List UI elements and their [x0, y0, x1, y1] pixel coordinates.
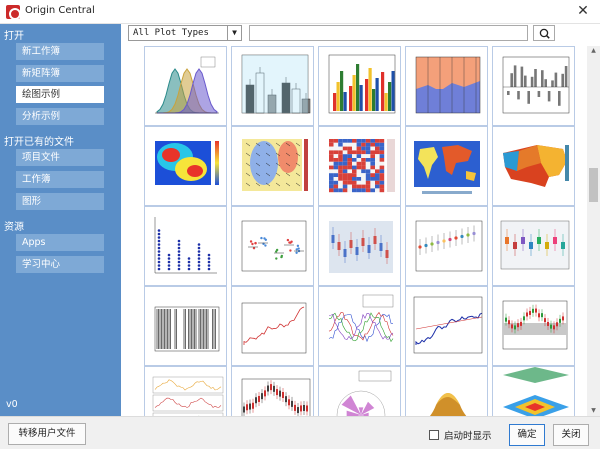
thumbnail-box-columns[interactable]: [318, 206, 401, 286]
mesh-3d-preview-icon: [503, 367, 569, 416]
vertical-scrollbar[interactable]: ▲ ▼: [587, 46, 600, 416]
sidebar-item-plot-examples[interactable]: 绘图示例: [16, 86, 104, 103]
thumbnail-line-noisy[interactable]: [231, 286, 314, 366]
plot-type-select[interactable]: All Plot Types ▼: [128, 25, 242, 41]
thumbnail-scatter-colored[interactable]: [405, 206, 488, 286]
heatmap-contour-preview-icon: [155, 141, 219, 185]
title-bar: Origin Central ✕: [0, 0, 600, 24]
sidebar-item-analysis-examples[interactable]: 分析示例: [16, 108, 104, 125]
sidebar-item-graph[interactable]: 图形: [16, 193, 104, 210]
thumbnail-us-map[interactable]: [492, 126, 575, 206]
startup-checkbox[interactable]: [429, 430, 439, 440]
scroll-down-icon[interactable]: ▼: [587, 406, 600, 416]
polar-rose-preview-icon: [336, 370, 392, 416]
grouped-bar-preview-icon: [328, 54, 396, 114]
sidebar-item-new-matrix[interactable]: 新矩阵簿: [16, 65, 104, 82]
ok-button[interactable]: 确定: [509, 424, 545, 446]
origin-logo-icon: [6, 5, 21, 20]
world-map-preview-icon: [414, 141, 480, 194]
toolbar: All Plot Types ▼: [121, 24, 600, 46]
thumbnail-surface-3d[interactable]: [405, 366, 488, 416]
heatmap-bluered-preview-icon: [329, 139, 395, 193]
multi-line-preview-icon: [328, 294, 394, 343]
section-header-resources: 资源: [4, 222, 24, 233]
surface-3d-preview-icon: [429, 393, 467, 416]
magnifier-icon: [539, 28, 550, 39]
close-button[interactable]: 关闭: [553, 424, 589, 446]
thumbnail-density[interactable]: [144, 46, 227, 126]
column-gray-preview-icon: [502, 56, 570, 114]
bar-code-preview-icon: [154, 306, 220, 352]
thumbnail-column-gray[interactable]: [492, 46, 575, 126]
thumbnail-heatmap-bluered[interactable]: [318, 126, 401, 206]
thumbnail-scatter-groups[interactable]: [231, 206, 314, 286]
dot-columns-preview-icon: [154, 217, 217, 274]
plot-gallery: [121, 46, 587, 416]
candlestick-preview-icon: [241, 378, 311, 416]
search-input[interactable]: [249, 25, 528, 41]
thumbnail-world-map[interactable]: [405, 126, 488, 206]
startup-checkbox-label: 启动时显示: [444, 431, 492, 442]
sidebar-item-apps[interactable]: Apps: [16, 234, 104, 251]
sidebar: 打开 新工作簿 新矩阵簿 绘图示例 分析示例 打开已有的文件 项目文件 工作簿 …: [0, 24, 121, 416]
plot-type-selected-value: All Plot Types: [133, 28, 209, 38]
line-noisy-preview-icon: [241, 302, 307, 354]
scatter-colored-preview-icon: [415, 220, 483, 272]
thumbnail-polar-rose[interactable]: [318, 366, 401, 416]
thumbnail-candlestick[interactable]: [231, 366, 314, 416]
section-header-open: 打开: [4, 31, 24, 42]
sidebar-item-workbook[interactable]: 工作簿: [16, 171, 104, 188]
transfer-user-files-button[interactable]: 转移用户文件: [8, 423, 86, 445]
thumbnail-grouped-bar[interactable]: [318, 46, 401, 126]
window-title: Origin Central: [25, 5, 95, 16]
sidebar-item-new-workbook[interactable]: 新工作簿: [16, 43, 104, 60]
multi-panel-preview-icon: [152, 376, 224, 416]
box-columns-preview-icon: [329, 221, 393, 273]
thumbnail-bar-error[interactable]: [231, 46, 314, 126]
thumbnail-stock-line[interactable]: [405, 286, 488, 366]
sidebar-item-project-files[interactable]: 项目文件: [16, 149, 104, 166]
thumbnail-multi-panel[interactable]: [144, 366, 227, 416]
thumbnail-vector-field[interactable]: [231, 126, 314, 206]
scroll-up-icon[interactable]: ▲: [587, 46, 600, 56]
scrollbar-thumb[interactable]: [589, 168, 598, 202]
close-icon[interactable]: ✕: [566, 0, 600, 23]
section-header-open-existing: 打开已有的文件: [4, 137, 74, 148]
sidebar-item-learning-center[interactable]: 学习中心: [16, 256, 104, 273]
thumbnail-bar-code[interactable]: [144, 286, 227, 366]
thumbnail-stacked-area[interactable]: [405, 46, 488, 126]
thumbnail-mesh-3d[interactable]: [492, 366, 575, 416]
chevron-down-icon[interactable]: ▼: [227, 26, 241, 40]
vector-field-preview-icon: [242, 139, 308, 191]
bar-error-preview-icon: [241, 54, 311, 114]
scatter-groups-preview-icon: [241, 220, 307, 272]
stock-line-preview-icon: [413, 296, 483, 354]
footer: 转移用户文件 启动时显示 确定 关闭: [0, 416, 600, 449]
thumbnail-candlestick-bands[interactable]: [492, 286, 575, 366]
thumbnail-heatmap-contour[interactable]: [144, 126, 227, 206]
thumbnail-box-colored[interactable]: [492, 206, 575, 286]
box-colored-preview-icon: [500, 220, 570, 270]
thumbnail-multi-line[interactable]: [318, 286, 401, 366]
us-map-preview-icon: [503, 145, 569, 187]
search-button[interactable]: [533, 25, 555, 41]
stacked-area-preview-icon: [415, 56, 481, 114]
thumbnail-dot-columns[interactable]: [144, 206, 227, 286]
candlestick-bands-preview-icon: [502, 300, 568, 350]
version-label: v0: [6, 399, 18, 410]
density-preview-icon: [155, 56, 219, 114]
